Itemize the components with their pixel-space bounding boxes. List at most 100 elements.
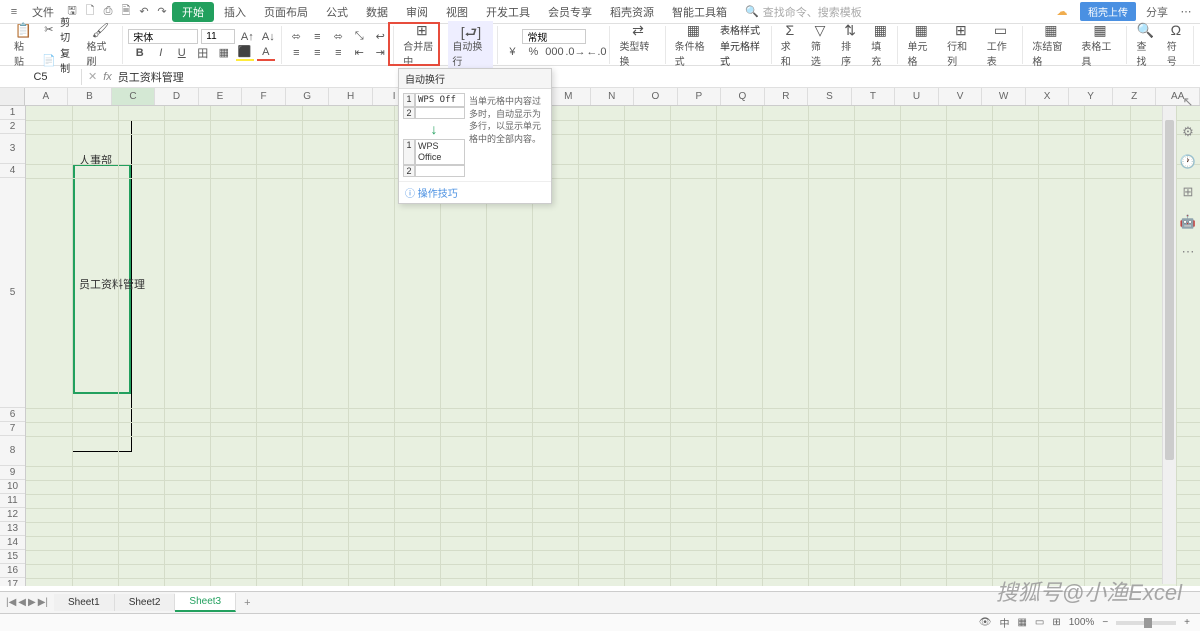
col-header[interactable]: Z [1113, 88, 1157, 105]
tablestyle-button[interactable]: 表格样式 [720, 22, 760, 37]
row-header[interactable]: 12 [0, 508, 25, 522]
indent-dec-icon[interactable]: ⇤ [350, 45, 368, 61]
row-header[interactable]: 7 [0, 422, 25, 436]
style-icon[interactable]: ⊞ [1183, 184, 1194, 200]
col-header[interactable]: V [939, 88, 983, 105]
add-sheet-button[interactable]: + [236, 597, 258, 609]
fx-icon[interactable]: fx [103, 71, 112, 83]
tab-prev-icon[interactable]: ◀ [18, 597, 26, 608]
select-icon[interactable]: ↖ [1183, 94, 1194, 110]
cloud-icon[interactable]: ☁ [1054, 4, 1070, 20]
filter-button[interactable]: ▽筛选 [807, 21, 833, 69]
size-select[interactable] [201, 29, 235, 44]
tool-icon[interactable]: ⚙ [1182, 124, 1194, 140]
zoom-in-button[interactable]: + [1184, 617, 1190, 628]
freeze-button[interactable]: ▦冻结窗格 [1028, 21, 1073, 69]
col-header[interactable]: P [678, 88, 722, 105]
formula-input[interactable]: 员工资料管理 [118, 69, 184, 85]
cut-button[interactable]: ✂ [41, 21, 58, 37]
comma-icon[interactable]: 000 [545, 44, 563, 60]
menu-ai[interactable]: 智能工具箱 [664, 1, 735, 23]
row-header[interactable]: 10 [0, 480, 25, 494]
font-color-button[interactable]: A [257, 45, 275, 61]
col-header[interactable]: X [1026, 88, 1070, 105]
row-header[interactable]: 9 [0, 466, 25, 480]
tabletool-button[interactable]: ▦表格工具 [1077, 21, 1122, 69]
orient-icon[interactable]: ⤡ [350, 29, 368, 45]
italic-button[interactable]: I [152, 45, 170, 61]
col-header[interactable]: D [155, 88, 199, 105]
symbol-button[interactable]: Ω符号 [1163, 21, 1189, 69]
row-header[interactable]: 11 [0, 494, 25, 508]
view-icon[interactable]: 👁 [979, 617, 992, 628]
menu-start[interactable]: 开始 [172, 2, 214, 22]
paste-button[interactable]: 📋粘贴 [10, 21, 37, 69]
robot-icon[interactable]: 🤖 [1180, 214, 1196, 230]
zoom-slider[interactable] [1116, 621, 1176, 625]
tab-next-icon[interactable]: ▶ [28, 597, 36, 608]
menu-formula[interactable]: 公式 [318, 1, 356, 23]
cell-button[interactable]: ▦单元格 [903, 21, 939, 69]
find-button[interactable]: 🔍查找 [1132, 21, 1158, 69]
redo-icon[interactable]: ↷ [154, 4, 170, 20]
clock-icon[interactable]: 🕐 [1180, 154, 1196, 170]
bold-button[interactable]: B [131, 45, 149, 61]
col-header[interactable]: C [112, 88, 156, 105]
row-header[interactable]: 2 [0, 120, 25, 134]
dec-dec-icon[interactable]: ←.0 [587, 44, 605, 60]
menu-review[interactable]: 审阅 [398, 1, 436, 23]
fmtpaint-button[interactable]: 🖌格式刷 [82, 21, 118, 69]
inc-dec-icon[interactable]: .0→ [566, 44, 584, 60]
wrap-button[interactable]: [⮐]自动换行 [448, 21, 493, 69]
share-button[interactable]: 分享 [1146, 4, 1168, 20]
col-header[interactable]: N [591, 88, 635, 105]
col-header[interactable]: Q [721, 88, 765, 105]
menu-dev[interactable]: 开发工具 [478, 1, 538, 23]
row-header[interactable]: 8 [0, 436, 25, 466]
col-header[interactable]: H [329, 88, 373, 105]
strike-button[interactable]: 田 [194, 45, 212, 61]
col-header[interactable]: T [852, 88, 896, 105]
preview-icon[interactable]: 🗎 [118, 4, 134, 20]
select-all-corner[interactable] [0, 88, 25, 105]
more-icon2[interactable]: ⋯ [1182, 244, 1195, 260]
saveas-icon[interactable]: 🗋 [82, 4, 98, 20]
align-top-icon[interactable]: ⬄ [287, 29, 305, 45]
col-header[interactable]: F [242, 88, 286, 105]
menu-layout[interactable]: 页面布局 [256, 1, 316, 23]
row-header[interactable]: 17 [0, 578, 25, 586]
tab-last-icon[interactable]: ▶| [38, 597, 48, 608]
view-layout-icon[interactable]: ▭ [1035, 617, 1044, 628]
align-bot-icon[interactable]: ⬄ [329, 29, 347, 45]
col-header[interactable]: O [634, 88, 678, 105]
cells[interactable]: 人事部 员工资料管理 [26, 106, 1200, 586]
ime-mode[interactable]: 中 [999, 615, 1009, 630]
rowcol-button[interactable]: ⊞行和列 [943, 21, 979, 69]
border-button[interactable]: ▦ [215, 45, 233, 61]
fill-button[interactable]: ▦填充 [867, 21, 893, 69]
zoom-out-button[interactable]: − [1102, 617, 1108, 628]
align-left-icon[interactable]: ≡ [287, 45, 305, 61]
fill-color-button[interactable]: ⬛ [236, 45, 254, 61]
menu-icon[interactable]: ≡ [6, 4, 22, 20]
cellstyle-button[interactable]: 单元格样式 [720, 38, 767, 68]
col-header[interactable]: M [547, 88, 591, 105]
copy-button[interactable]: 📄 [41, 52, 58, 68]
percent-icon[interactable]: % [524, 44, 542, 60]
sum-button[interactable]: Σ求和 [777, 21, 803, 69]
merge-button[interactable]: ⊞合并居中 [399, 21, 444, 69]
col-header[interactable]: R [765, 88, 809, 105]
tab-sheet3[interactable]: Sheet3 [175, 593, 236, 612]
col-header[interactable]: U [895, 88, 939, 105]
currency-icon[interactable]: ¥ [503, 44, 521, 60]
row-header[interactable]: 6 [0, 408, 25, 422]
font-select[interactable] [128, 29, 198, 44]
upload-button[interactable]: 稻壳上传 [1080, 2, 1136, 21]
row-header[interactable]: 4 [0, 164, 25, 178]
typeconv-button[interactable]: ⇄类型转换 [615, 21, 660, 69]
menu-res[interactable]: 稻壳资源 [602, 1, 662, 23]
tab-first-icon[interactable]: |◀ [6, 597, 16, 608]
cancel-icon[interactable]: ✕ [88, 70, 97, 83]
menu-vip[interactable]: 会员专享 [540, 1, 600, 23]
row-header[interactable]: 16 [0, 564, 25, 578]
